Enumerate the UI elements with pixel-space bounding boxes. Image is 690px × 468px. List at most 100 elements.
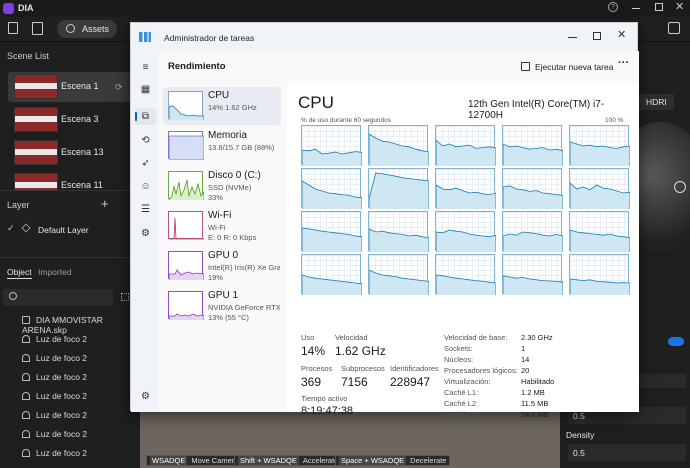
- core-graph: [368, 168, 429, 209]
- details-icon[interactable]: ☰: [140, 204, 151, 215]
- close-icon[interactable]: ✕: [675, 0, 684, 13]
- core-graph: [301, 254, 362, 295]
- core-graph: [435, 125, 496, 166]
- hdri-tab[interactable]: HDRI: [638, 94, 674, 110]
- help-icon[interactable]: ?: [608, 2, 618, 12]
- list-item[interactable]: Luz de foco 2: [22, 372, 87, 388]
- toggle-switch[interactable]: [668, 337, 684, 346]
- refresh-icon[interactable]: ⟳: [115, 82, 123, 93]
- settings-icon[interactable]: ⚙: [140, 391, 151, 402]
- users-icon[interactable]: ☺: [140, 181, 151, 192]
- graph-caption: % de uso durante 60 segundos: [301, 117, 391, 124]
- list-item[interactable]: Luz de foco 2: [22, 429, 87, 445]
- divider: [0, 190, 140, 191]
- hamburger-menu-icon[interactable]: ≡: [140, 62, 151, 73]
- object-label: Luz de foco 2: [36, 372, 88, 382]
- scene-item[interactable]: Escena 11: [8, 171, 133, 190]
- resource-cpu[interactable]: CPU 14% 1.62 GHz: [163, 87, 281, 125]
- left-panel: Scene List Escena 1 ⟳ Escena 3 Escena 13…: [0, 42, 140, 468]
- layers-icon: [21, 223, 31, 233]
- spec-value: 2.30 GHz: [521, 333, 553, 342]
- add-layer-icon[interactable]: +: [101, 196, 109, 211]
- run-new-task-button[interactable]: Ejecutar nueva tarea: [519, 60, 614, 74]
- check-icon: ✓: [7, 223, 15, 233]
- uptime-value: 8:19:47:38: [301, 405, 353, 417]
- resource-gpu1[interactable]: GPU 1 NVIDIA GeForce RTX... 13% (55 °C): [163, 287, 281, 325]
- core-graph: [368, 211, 429, 252]
- resource-detail-2: 13% (55 °C): [208, 313, 249, 322]
- minimize-icon[interactable]: [568, 37, 577, 38]
- resource-detail: SSD (NVMe): [208, 183, 252, 192]
- task-manager-window: Administrador de tareas ✕ Rendimiento Ej…: [130, 22, 639, 419]
- object-label: Luz de foco 2: [36, 353, 88, 363]
- app-history-icon[interactable]: ⟲: [140, 135, 151, 146]
- divider: [0, 257, 140, 258]
- hint-label: Move Camera: [191, 456, 239, 465]
- spec-key: Núcleos:: [444, 355, 474, 364]
- scene-thumbnail: [14, 140, 58, 165]
- resource-detail: Wi-Fi: [208, 223, 226, 232]
- spec-key: Caché L1:: [444, 388, 479, 397]
- scene-name: Escena 1: [61, 81, 99, 91]
- hint-label: Decelerate: [410, 456, 447, 465]
- resource-list: CPU 14% 1.62 GHz Memoria 13.8/15.7 GB (8…: [159, 83, 287, 412]
- core-graph: [435, 254, 496, 295]
- resource-disk[interactable]: Disco 0 (C:) SSD (NVMe) 33%: [163, 167, 281, 205]
- object-label: Luz de foco 2: [36, 448, 88, 458]
- new-task-icon: [521, 62, 530, 71]
- assets-label: Assets: [82, 24, 110, 34]
- processes-icon[interactable]: ▦: [140, 84, 151, 95]
- resource-detail: Intel(R) Iris(R) Xe Gra...: [208, 263, 280, 272]
- menu-icon[interactable]: [8, 22, 18, 34]
- resource-gpu0[interactable]: GPU 0 Intel(R) Iris(R) Xe Gra... 19%: [163, 247, 281, 285]
- core-graph: [435, 211, 496, 252]
- resource-memory[interactable]: Memoria 13.8/15.7 GB (88%): [163, 127, 281, 165]
- core-graph: [569, 125, 630, 166]
- speed-value: 1.62 GHz: [335, 344, 386, 358]
- close-icon[interactable]: ✕: [617, 28, 626, 41]
- startup-apps-icon[interactable]: ➶: [140, 158, 151, 169]
- minimize-icon[interactable]: [632, 8, 640, 9]
- more-options-icon[interactable]: ···: [618, 57, 629, 69]
- sun-handle-icon[interactable]: [674, 181, 686, 193]
- search-icon: [9, 292, 17, 300]
- density-field[interactable]: 0.5: [568, 444, 686, 461]
- spotlight-icon: [22, 335, 30, 343]
- density-label: Density: [566, 430, 595, 440]
- tab-object[interactable]: Object: [7, 267, 32, 279]
- default-layer-label[interactable]: Default Layer: [38, 225, 89, 235]
- resource-name: Disco 0 (C:): [208, 170, 261, 181]
- tab-imported[interactable]: Imported: [38, 267, 72, 277]
- resource-detail-2: 33%: [208, 193, 224, 202]
- disk-mini-graph: [168, 171, 205, 201]
- new-file-icon[interactable]: [32, 22, 43, 35]
- list-item[interactable]: Luz de foco 2: [22, 448, 87, 464]
- search-input[interactable]: [3, 289, 113, 306]
- core-graph: [502, 254, 563, 295]
- list-item[interactable]: Luz de foco 2: [22, 391, 87, 407]
- performance-icon[interactable]: ⧉: [140, 111, 151, 122]
- list-item[interactable]: DIA MMOVISTAR ARENA.skp: [22, 315, 140, 335]
- scene-item[interactable]: Escena 13: [8, 138, 133, 168]
- resource-name: GPU 1: [208, 290, 239, 301]
- core-graph: [435, 168, 496, 209]
- assets-button[interactable]: Assets: [57, 20, 117, 38]
- list-item[interactable]: Luz de foco 2: [22, 334, 87, 350]
- spec-key: Velocidad de base:: [444, 333, 508, 342]
- resource-name: Wi-Fi: [208, 210, 232, 221]
- scene-item[interactable]: Escena 3: [8, 105, 133, 135]
- object-label: Luz de foco 2: [36, 334, 88, 344]
- list-item[interactable]: Luz de foco 2: [22, 353, 87, 369]
- model-icon: [22, 316, 30, 324]
- maximize-icon[interactable]: [655, 3, 663, 11]
- save-icon[interactable]: [668, 22, 680, 34]
- grid-icon[interactable]: [121, 293, 129, 301]
- resource-detail: 13.8/15.7 GB (88%): [208, 143, 275, 152]
- nav-indicator: [135, 112, 137, 121]
- resource-wifi[interactable]: Wi-Fi Wi-Fi E: 0 R: 0 Kbps: [163, 207, 281, 245]
- scene-item[interactable]: Escena 1 ⟳: [8, 72, 133, 102]
- services-icon[interactable]: ⚙: [140, 228, 151, 239]
- spec-value: Habilitado: [521, 377, 555, 386]
- maximize-icon[interactable]: [593, 32, 601, 40]
- list-item[interactable]: Luz de foco 2: [22, 410, 87, 426]
